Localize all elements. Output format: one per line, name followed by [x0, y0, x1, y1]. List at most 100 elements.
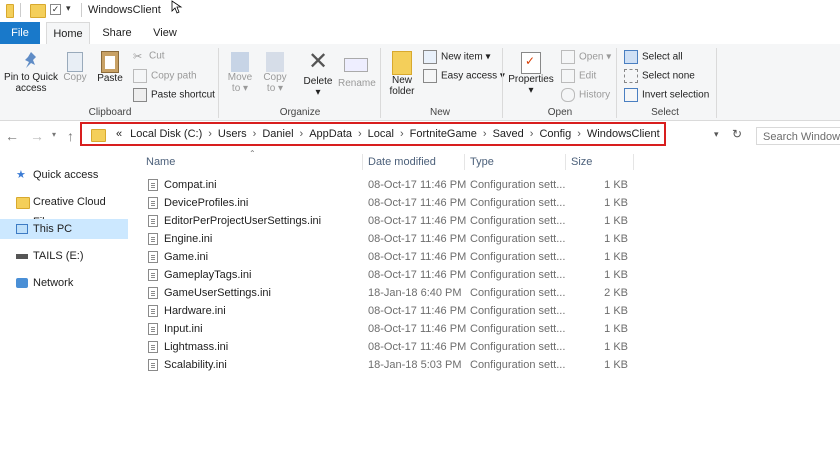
open-group-label: Open	[547, 107, 573, 118]
copy-to-label: Copy	[263, 72, 287, 83]
breadcrumb-local-disk[interactable]: Local Disk (C:)	[126, 128, 206, 140]
breadcrumb-separator[interactable]: ›	[206, 128, 214, 140]
cut-label: Cut	[149, 50, 165, 62]
file-type: Configuration sett...	[470, 197, 566, 209]
sidebar-item-label: This PC	[33, 223, 73, 235]
table-row[interactable]: Input.ini 08-Oct-17 11:46 PM Configuration…	[146, 321, 634, 339]
group-separator	[218, 48, 219, 118]
column-divider[interactable]	[633, 154, 634, 170]
ini-file-icon	[148, 269, 158, 281]
column-header-size[interactable]: Size	[571, 156, 592, 168]
file-name: DeviceProfiles.ini	[164, 197, 249, 209]
address-dropdown-chevron-icon[interactable]: ▾	[714, 129, 719, 140]
column-header-name[interactable]: Name	[146, 156, 175, 168]
table-row[interactable]: Scalability.ini 18-Jan-18 5:03 PM Configur…	[146, 357, 634, 375]
copy-path-button[interactable]: Copy path	[133, 69, 197, 83]
breadcrumb-appdata[interactable]: AppData	[305, 128, 356, 140]
select-none-button[interactable]: Select none	[624, 69, 695, 83]
window-title: WindowsClient	[88, 4, 161, 16]
select-all-button[interactable]: Select all	[624, 50, 683, 64]
file-type: Configuration sett...	[470, 179, 566, 191]
column-divider[interactable]	[464, 154, 465, 170]
group-separator	[616, 48, 617, 118]
recent-locations-chevron-icon[interactable]: ▾	[52, 130, 56, 139]
breadcrumb-saved[interactable]: Saved	[489, 128, 528, 140]
table-row[interactable]: DeviceProfiles.ini 08-Oct-17 11:46 PM Conf…	[146, 195, 634, 213]
edit-button[interactable]: Edit	[561, 69, 596, 83]
table-row[interactable]: Engine.ini 08-Oct-17 11:46 PM Configuratio…	[146, 231, 634, 249]
breadcrumb-separator[interactable]: ›	[356, 128, 364, 140]
sidebar-item-label: Quick access	[33, 169, 99, 181]
easy-access-button[interactable]: Easy access ▾	[423, 69, 505, 83]
paste-button[interactable]: Paste	[96, 48, 124, 84]
breadcrumb-separator[interactable]: ›	[398, 128, 406, 140]
customize-toolbar-chevron-icon[interactable]: ▾	[66, 3, 71, 14]
new-group-label: New	[429, 107, 450, 118]
breadcrumb-separator[interactable]: ›	[251, 128, 259, 140]
sidebar-item-tails-drive[interactable]: TAILS (E:)	[0, 246, 128, 266]
breadcrumb-separator[interactable]: ›	[298, 128, 306, 140]
forward-arrow-icon[interactable]: →	[30, 128, 44, 144]
column-divider[interactable]	[565, 154, 566, 170]
tab-view[interactable]: View	[146, 22, 184, 44]
breadcrumb-overflow[interactable]: «	[112, 128, 126, 140]
sidebar-item-network[interactable]: Network	[0, 273, 128, 293]
sidebar-item-label: Network	[33, 277, 74, 289]
tab-file[interactable]: File	[0, 22, 40, 44]
back-arrow-icon[interactable]: ←	[5, 128, 19, 144]
breadcrumb-windowsclient[interactable]: WindowsClient	[583, 128, 664, 140]
sidebar-item-quick-access[interactable]: ★ Quick access	[0, 165, 128, 185]
table-row[interactable]: GameUserSettings.ini 18-Jan-18 6:40 PM Con…	[146, 285, 634, 303]
history-button[interactable]: History	[561, 88, 610, 102]
file-name: GameplayTags.ini	[164, 269, 252, 281]
move-to-icon	[231, 52, 249, 72]
new-folder-icon	[392, 51, 412, 75]
breadcrumb-fortnitegame[interactable]: FortniteGame	[406, 128, 481, 140]
properties-quick-icon[interactable]: ✓	[50, 4, 61, 15]
cut-button[interactable]: ✂ Cut	[133, 50, 165, 63]
column-header-date[interactable]: Date modified	[368, 156, 436, 168]
breadcrumb-config[interactable]: Config	[535, 128, 575, 140]
table-row[interactable]: GameplayTags.ini 08-Oct-17 11:46 PM Config…	[146, 267, 634, 285]
new-item-button[interactable]: New item ▾	[423, 50, 490, 64]
refresh-icon[interactable]: ↻	[732, 127, 742, 141]
breadcrumb-separator[interactable]: ›	[575, 128, 583, 140]
breadcrumb-separator[interactable]: ›	[481, 128, 489, 140]
rename-button[interactable]: Rename	[338, 48, 376, 89]
move-to-button[interactable]: Move to ▾	[226, 48, 254, 94]
new-folder-button[interactable]: New folder	[386, 48, 418, 97]
new-folder-quick-icon[interactable]	[30, 4, 46, 18]
scissors-icon: ✂	[133, 51, 143, 63]
copy-button[interactable]: Copy	[62, 48, 88, 83]
breadcrumb-local[interactable]: Local	[364, 128, 398, 140]
breadcrumb-separator[interactable]: ›	[528, 128, 536, 140]
group-separator	[716, 48, 717, 118]
tab-share[interactable]: Share	[96, 22, 138, 44]
properties-button[interactable]: ✓ Properties ▾	[506, 48, 556, 96]
table-row[interactable]: Lightmass.ini 08-Oct-17 11:46 PM Configura…	[146, 339, 634, 357]
tab-home[interactable]: Home	[46, 22, 90, 45]
copy-to-button[interactable]: Copy to ▾	[261, 48, 289, 94]
column-divider[interactable]	[362, 154, 363, 170]
table-row[interactable]: Hardware.ini 08-Oct-17 11:46 PM Configurat…	[146, 303, 634, 321]
pin-to-quick-access-button[interactable]: Pin to Quick access	[2, 48, 60, 94]
sidebar-item-creative-cloud-files[interactable]: Creative Cloud Files	[0, 192, 128, 228]
breadcrumb-users[interactable]: Users	[214, 128, 251, 140]
copy-icon	[67, 52, 83, 72]
column-header-type[interactable]: Type	[470, 156, 494, 168]
open-button[interactable]: Open ▾	[561, 50, 611, 64]
table-row[interactable]: Game.ini 08-Oct-17 11:46 PM Configuration …	[146, 249, 634, 267]
delete-button[interactable]: ✕ Delete ▾	[301, 48, 335, 98]
search-input[interactable]: Search WindowsClient	[756, 127, 840, 145]
table-row[interactable]: Compat.ini 08-Oct-17 11:46 PM Configuratio…	[146, 177, 634, 195]
address-bar[interactable]: « Local Disk (C:) › Users › Daniel › AppDat…	[80, 122, 666, 146]
breadcrumb-daniel[interactable]: Daniel	[258, 128, 297, 140]
paste-shortcut-button[interactable]: Paste shortcut	[133, 88, 215, 102]
sidebar-item-this-pc[interactable]: This PC	[0, 219, 128, 239]
network-icon	[16, 278, 28, 288]
select-group-label: Select	[651, 107, 679, 118]
table-row[interactable]: EditorPerProjectUserSettings.ini 08-Oct-1…	[146, 213, 634, 231]
ini-file-icon	[148, 251, 158, 263]
invert-selection-button[interactable]: Invert selection	[624, 88, 709, 102]
up-arrow-icon[interactable]: ↑	[67, 128, 74, 144]
